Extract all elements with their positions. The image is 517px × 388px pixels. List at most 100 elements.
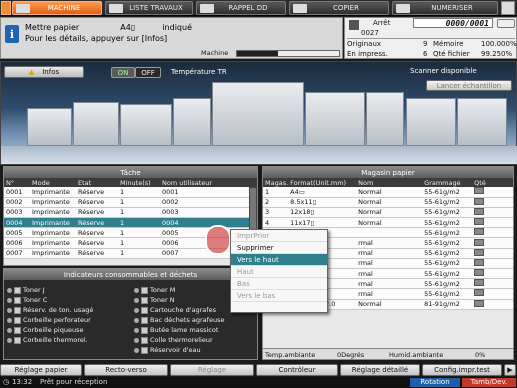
consumable-label: Corbeille piqueuse <box>23 326 84 334</box>
tab-numeriser[interactable]: NUMERISER <box>392 1 498 15</box>
job-cell: 0003 <box>4 207 30 219</box>
job-cell: 1 <box>118 197 160 208</box>
paper-cell <box>356 227 423 239</box>
job-cell: Imprimante <box>30 207 76 219</box>
consumable-icon <box>14 306 21 314</box>
status-dot-icon <box>134 317 139 323</box>
consumable-icon <box>141 316 148 324</box>
copy-icon <box>293 4 307 13</box>
time: 13:32 <box>12 378 33 386</box>
job-row[interactable]: 0002 Imprimante Réserve 1 0002 <box>4 197 257 208</box>
left-marker-icon <box>1 1 11 15</box>
inserter-unit <box>173 98 211 146</box>
paper-cell: Normal <box>356 207 423 219</box>
paper-cell: rmal <box>356 278 423 290</box>
menu-item[interactable]: Supprimer <box>231 242 327 254</box>
job-cell: Réserve <box>76 217 118 229</box>
machine-label: Machine <box>201 49 229 57</box>
reglage-detaille-button[interactable]: Réglage détaillé <box>340 364 420 376</box>
column-header: Nom utilisateur <box>160 178 257 187</box>
on-button[interactable]: ON <box>111 67 135 78</box>
originaux-label: Originaux <box>347 40 382 48</box>
column-header: Format(Unit.mm) <box>288 178 357 187</box>
menu-item[interactable]: Bas <box>231 278 327 290</box>
menu-item[interactable]: Haut <box>231 266 327 278</box>
consumable-icon <box>141 286 148 294</box>
job-cell: 1 <box>118 187 160 198</box>
paper-tray-row[interactable]: 3 12x18▯ Normal 55-61g/m2 <box>263 207 513 219</box>
paper-cell: Normal <box>356 187 423 198</box>
tab-machine[interactable]: MACHINE <box>12 1 102 15</box>
paper-cell: rmal <box>356 288 423 300</box>
paper-cell: rmal <box>356 258 423 270</box>
consumable-icon <box>14 296 21 304</box>
printer-icon <box>349 20 359 30</box>
stacker-unit <box>120 104 172 146</box>
paper-cell: 55-61g/m2 <box>422 278 473 290</box>
finisher-unit <box>73 102 119 146</box>
top-tab-bar: MACHINE LISTE TRAVAUX RAPPEL DD COPIER N… <box>0 0 517 16</box>
tab-rappel-dd[interactable]: RAPPEL DD <box>196 1 286 15</box>
consumable-label: Toner J <box>23 286 45 294</box>
job-table-header: N° Mode Etat Minute(s) Nom utilisateur <box>4 178 257 187</box>
consumable-label: Cartouche d'agrafes <box>150 306 216 314</box>
consumable-label: Bac déchets agrafeuse <box>150 316 225 324</box>
paper-cell: 55-61g/m2 <box>422 197 473 208</box>
tab-liste-travaux[interactable]: LISTE TRAVAUX <box>105 1 193 15</box>
job-row[interactable]: 0001 Imprimante Réserve 1 0001 <box>4 187 257 198</box>
menu-item[interactable]: ImprPrior <box>231 230 327 242</box>
job-cell: Réserve <box>76 237 118 249</box>
consumable-icon <box>141 326 148 334</box>
info-icon: i <box>5 25 19 43</box>
temperature-label: Température TR <box>171 68 227 76</box>
infos-label: Infos <box>42 68 60 76</box>
paper-size: A4▯ <box>120 23 136 32</box>
job-cell: Imprimante <box>30 197 76 208</box>
help-icon[interactable] <box>501 1 515 15</box>
originaux-value: 9 <box>423 40 428 48</box>
infos-button[interactable]: ▲ Infos <box>4 66 84 78</box>
consumable-label: Toner M <box>150 286 176 294</box>
machine-status-area: ▲ Infos ON OFF Température TR Scanner dis… <box>0 61 517 165</box>
scan-icon <box>396 4 410 13</box>
paper-cell: 2 <box>263 197 289 208</box>
paper-tray-row[interactable]: 4 11x17▯ Normal 55-61g/m2 <box>263 217 513 229</box>
quantity-icon <box>472 197 513 208</box>
status-dot-icon <box>134 327 139 333</box>
quantity-icon <box>472 268 513 280</box>
paper-cell: rmal <box>356 268 423 280</box>
message-text: Mettre papier <box>25 23 80 32</box>
consumable-label: Réservoir d'eau <box>150 346 201 354</box>
controleur-button[interactable]: Contrôleur <box>256 364 338 376</box>
paper-cell: 3 <box>263 207 289 219</box>
column-header: Magas. <box>263 178 289 187</box>
consumable-label: Toner N <box>150 296 175 304</box>
message-text: indiqué <box>162 23 192 32</box>
reglage-button[interactable]: Réglage <box>170 364 254 376</box>
consumable-icon <box>14 326 21 334</box>
config-impr-test-button[interactable]: Config.impr.test <box>422 364 502 376</box>
lancer-echantillon-button[interactable]: Lancer échantillon <box>426 80 512 91</box>
quantity-icon <box>472 278 513 290</box>
reset-icon[interactable] <box>497 19 515 28</box>
next-page-icon[interactable]: ▶ <box>504 364 516 376</box>
menu-item[interactable]: Vers le haut <box>231 254 327 266</box>
rotation-indicator: Rotation <box>410 378 460 387</box>
job-row[interactable]: 0003 Imprimante Réserve 1 0003 <box>4 207 257 219</box>
recto-verso-button[interactable]: Recto-verso <box>84 364 168 376</box>
job-cell: Imprimante <box>30 248 76 259</box>
paper-tray-row[interactable]: 2 8.5x11▯ Normal 55-61g/m2 <box>263 197 513 208</box>
paper-cell: 55-61g/m2 <box>422 248 473 259</box>
status-dot-icon <box>7 317 12 323</box>
menu-item[interactable]: Vers le bas <box>231 290 327 302</box>
reglage-papier-button[interactable]: Réglage papier <box>0 364 82 376</box>
status-dot-icon <box>7 327 12 333</box>
paper-tray-row[interactable]: 1 A4▭ Normal 55-61g/m2 <box>263 187 513 198</box>
status-dot-icon <box>134 307 139 313</box>
paper-cell: 55-61g/m2 <box>422 227 473 239</box>
off-button[interactable]: OFF <box>135 67 161 78</box>
consumable-label: Colle thermorelieur <box>150 336 213 344</box>
paper-cell: 55-61g/m2 <box>422 207 473 219</box>
job-cell: 0003 <box>160 207 257 219</box>
tab-copier[interactable]: COPIER <box>289 1 389 15</box>
